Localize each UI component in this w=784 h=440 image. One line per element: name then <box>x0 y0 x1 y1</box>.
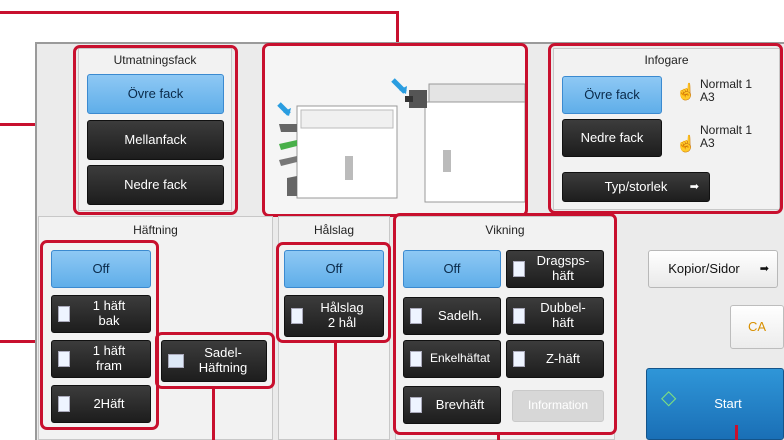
callout-line-folding <box>497 435 500 440</box>
callout-line-saddle <box>212 389 215 440</box>
clear-all-button[interactable]: CA <box>730 305 784 349</box>
highlight-staple-options <box>40 240 159 430</box>
highlight-output-tray <box>73 45 238 215</box>
punch-title: Hålslag <box>313 223 355 237</box>
copies-pages-button[interactable]: Kopior/Sidor ➡ <box>648 250 778 288</box>
highlight-inserter <box>548 43 783 214</box>
stapling-title: Häftning <box>133 223 178 237</box>
callout-line-start <box>735 425 738 440</box>
highlight-punch <box>276 242 391 343</box>
start-label: Start <box>714 395 742 411</box>
highlight-folding <box>393 213 617 435</box>
highlight-saddle-stitch <box>155 332 275 389</box>
callout-line-top-vertical <box>396 11 399 45</box>
copies-pages-label: Kopior/Sidor <box>668 260 740 276</box>
start-button[interactable]: ◇ Start <box>646 368 784 440</box>
diamond-start-icon: ◇ <box>661 387 677 409</box>
highlight-illustration <box>262 43 528 217</box>
callout-line-top-horizontal <box>0 11 398 14</box>
callout-line-punch <box>334 343 337 440</box>
arrow-right-icon: ➡ <box>759 262 769 275</box>
